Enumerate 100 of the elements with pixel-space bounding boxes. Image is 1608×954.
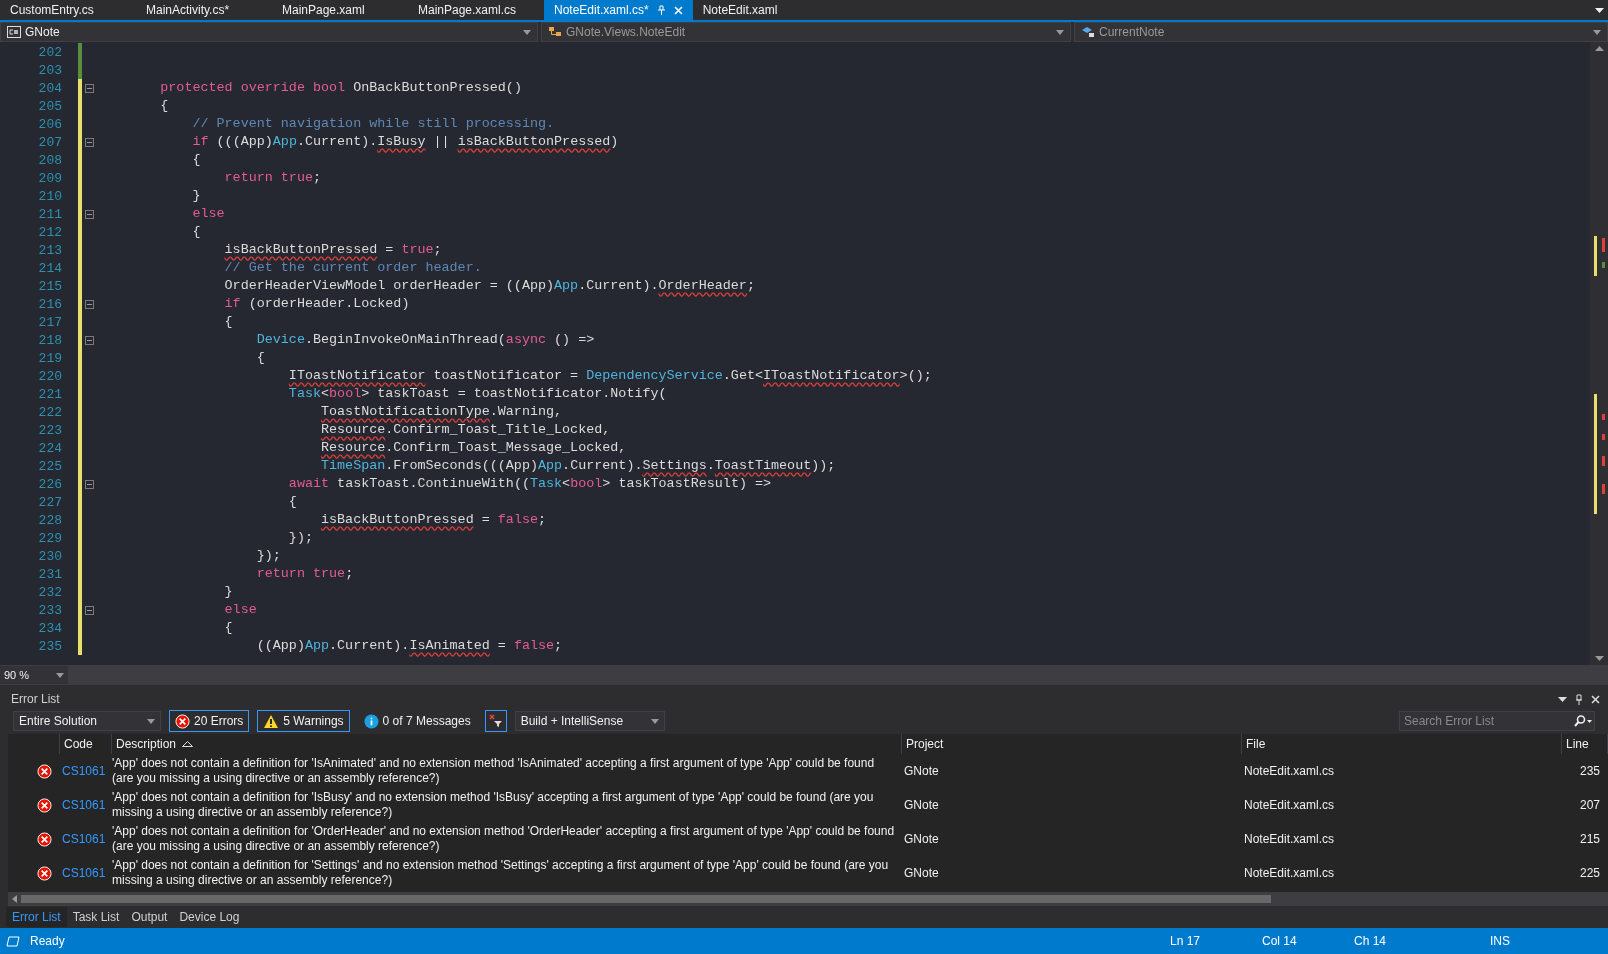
ready-icon: [6, 935, 20, 947]
project-cell-text: GNote: [903, 763, 940, 780]
document-tab[interactable]: MainPage.xaml.cs: [408, 0, 544, 20]
line-number: 221: [37, 386, 62, 402]
column-header[interactable]: Line: [1562, 734, 1608, 754]
panel-tab[interactable]: Task List: [66, 907, 126, 927]
code-line: isBackButtonPressed = false;: [320, 511, 547, 529]
line-number: 234: [37, 620, 62, 636]
error-code-link[interactable]: CS1061: [60, 822, 112, 856]
line-number: 223: [37, 422, 62, 438]
column-header[interactable]: Description: [112, 734, 902, 754]
line-number: 214: [37, 260, 62, 276]
line-number: 204: [37, 80, 62, 96]
project-dropdown[interactable]: GNote: [0, 22, 538, 42]
zoom-dropdown[interactable]: 90 %: [0, 666, 68, 684]
line-cell-text: 235: [1578, 763, 1601, 780]
vertical-scrollbar[interactable]: [1590, 42, 1608, 665]
file-cell-text: NoteEdit.xaml.cs: [1243, 831, 1336, 848]
line-number: 215: [37, 278, 62, 294]
error-code-link[interactable]: CS1061: [60, 788, 112, 822]
source-dropdown[interactable]: Build + IntelliSense: [514, 711, 665, 731]
line-number: 213: [37, 242, 62, 258]
clear-filter-button[interactable]: [484, 710, 507, 732]
collapse-icon[interactable]: [84, 299, 94, 309]
error-description: 'App' does not contain a definition for 'OrderHeader' and no extension method 'OrderHeader' accepting a first argument of type 'App' could be found (are you missing a using directive or an assembly reference?): [112, 823, 896, 855]
document-tab[interactable]: MainPage.xaml: [272, 0, 408, 20]
horizontal-scrollbar[interactable]: [8, 892, 1608, 906]
error-code-link[interactable]: CS1061: [60, 754, 112, 788]
filter-toggle[interactable]: 5 Warnings: [257, 710, 350, 732]
file-cell-text: NoteEdit.xaml.cs: [1243, 797, 1336, 814]
error-description: 'App' does not contain a definition for 'Settings' and no extension method 'Settings' accepting a first argument of type 'App' could be found (are you missing a using directive or an assembly reference?): [112, 857, 890, 889]
line-number: 233: [37, 602, 62, 618]
code-line: });: [255, 547, 281, 565]
scroll-up-icon[interactable]: [1594, 46, 1604, 51]
document-tab[interactable]: MainActivity.cs*: [136, 0, 272, 20]
document-tab[interactable]: CustomEntry.cs: [0, 0, 136, 20]
line-number: 217: [37, 314, 62, 330]
class-icon: [548, 26, 562, 38]
dropdown-caret-icon: [1593, 29, 1601, 35]
collapse-icon[interactable]: [84, 209, 94, 219]
status-message: Ready: [29, 934, 66, 948]
scope-dropdown[interactable]: Entire Solution: [13, 711, 161, 731]
filter-icon: [488, 714, 503, 728]
line-number: 205: [37, 98, 62, 114]
code-line: Device.BeginInvokeOnMainThread(async () =>: [255, 331, 595, 349]
scroll-left-icon[interactable]: [12, 895, 17, 903]
pin-icon[interactable]: [1575, 693, 1583, 705]
project-cell-text: GNote: [903, 831, 940, 848]
dropdown-caret-icon: [523, 29, 531, 35]
scroll-down-icon[interactable]: [1594, 656, 1604, 661]
collapse-icon[interactable]: [84, 83, 94, 93]
line-number: 231: [37, 566, 62, 582]
line-number: 206: [37, 116, 62, 132]
code-line: ((App)App.Current).IsAnimated = false;: [255, 637, 563, 655]
code-line: OrderHeaderViewModel orderHeader = ((App)App.Current).OrderHeader;: [223, 277, 755, 295]
collapse-icon[interactable]: [84, 479, 94, 489]
file-cell-text: NoteEdit.xaml.cs: [1243, 865, 1336, 882]
line-number: 222: [37, 404, 62, 420]
code-line: Resource.Confirm_Toast_Title_Locked,: [320, 421, 611, 439]
close-icon[interactable]: [1591, 694, 1600, 704]
project-cell-text: GNote: [903, 797, 940, 814]
error-icon: [37, 831, 52, 847]
filter-toggle[interactable]: 0 of 7 Messages: [357, 710, 477, 732]
type-dropdown[interactable]: GNote.Views.NoteEdit: [541, 22, 1071, 42]
search-icon[interactable]: [1574, 715, 1592, 727]
dropdown-caret-icon: [147, 718, 155, 724]
column-header[interactable]: File: [1242, 734, 1562, 754]
code-line: return true;: [255, 565, 354, 583]
panel-tab[interactable]: Output: [125, 907, 174, 927]
search-field[interactable]: Search Error List: [1399, 711, 1595, 731]
code-line: IToastNotificator toastNotificator = DependencyService.Get<IToastNotificator>();: [287, 367, 932, 385]
code-line: ToastNotificationType.Warning,: [320, 403, 563, 421]
file-cell-text: NoteEdit.xaml.cs: [1243, 763, 1336, 780]
collapse-icon[interactable]: [84, 605, 94, 615]
dropdown-caret-icon[interactable]: [1558, 696, 1567, 702]
collapse-icon[interactable]: [84, 137, 94, 147]
code-line: // Get the current order header.: [223, 259, 482, 277]
line-number: 228: [37, 512, 62, 528]
line-number: 220: [37, 368, 62, 384]
code-line: TimeSpan.FromSeconds(((App)App.Current).Settings.ToastTimeout));: [320, 457, 836, 475]
code-line: protected override bool OnBackButtonPressed(): [159, 79, 522, 97]
panel-tab[interactable]: Device Log: [173, 907, 246, 927]
code-line: return true;: [223, 169, 322, 187]
document-tab[interactable]: NoteEdit.xaml: [692, 0, 829, 20]
project-cell-text: GNote: [903, 865, 940, 882]
member-dropdown[interactable]: CurrentNote: [1074, 22, 1608, 42]
column-header[interactable]: Code: [60, 734, 112, 754]
code-line: else: [223, 601, 257, 619]
collapse-icon[interactable]: [84, 335, 94, 345]
tab-list-icon[interactable]: [1595, 7, 1604, 13]
line-cell-text: 215: [1578, 831, 1601, 848]
panel-tab[interactable]: Error List: [6, 907, 67, 927]
line-number: 227: [37, 494, 62, 510]
error-code-link[interactable]: CS1061: [60, 856, 112, 890]
line-number: 225: [37, 458, 62, 474]
column-header[interactable]: Project: [902, 734, 1242, 754]
warning-icon: [263, 713, 280, 729]
filter-toggle[interactable]: 20 Errors: [169, 710, 250, 732]
code-line: // Prevent navigation while still processing.: [191, 115, 555, 133]
line-number: 210: [37, 188, 62, 204]
